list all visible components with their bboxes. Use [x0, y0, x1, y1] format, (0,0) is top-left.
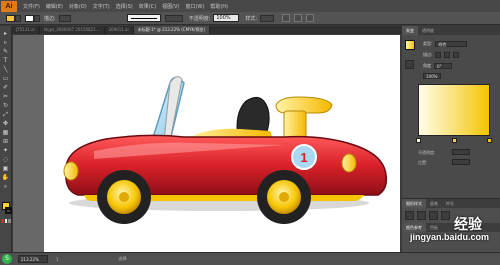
baidu-watermark: 经验 jingyan.baidu.com — [408, 212, 500, 252]
aspect-row: 100% — [420, 71, 441, 80]
gradient-stop-mid[interactable] — [452, 138, 457, 143]
symbol-sprayer-tool-icon[interactable]: ✦ — [1, 147, 10, 154]
rotate-tool-icon[interactable]: ↻ — [1, 102, 10, 109]
angle-field[interactable]: 0° — [434, 62, 452, 69]
watermark-cn: 经验 — [454, 217, 482, 233]
lower-panel-tabs: 图形样式 画笔 符号 — [402, 199, 500, 208]
rectangle-tool-icon[interactable]: ▭ — [1, 75, 10, 82]
status-bar: S 213.22% 1 选择 — [0, 252, 500, 265]
menu-file[interactable]: 文件(F) — [23, 3, 40, 10]
blend-tool-icon[interactable]: ◌ — [1, 156, 10, 163]
menu-view[interactable]: 视图(V) — [162, 3, 179, 10]
opacity-label: 不透明度: — [188, 15, 211, 22]
type-label: 类型: — [423, 40, 433, 46]
align-icon[interactable] — [282, 14, 291, 22]
doc-tab[interactable]: 269011.ai — [105, 26, 134, 34]
front-hub-cap — [119, 192, 129, 202]
tab-gradient[interactable]: 渐变 — [402, 26, 418, 35]
pen-tool-icon[interactable]: ✎ — [1, 48, 10, 55]
stroke-option-1[interactable] — [435, 51, 442, 58]
menu-bar: Ai 文件(F) 编辑(E) 对象(O) 文字(T) 选择(S) 效果(C) 视… — [0, 0, 500, 12]
tail-light — [341, 153, 357, 173]
angle-row: 角度 0° — [420, 61, 452, 70]
document-tabs: JT0131.ai hkjpz_2666007 20150821... 2690… — [12, 26, 402, 34]
mesh-tool-icon[interactable]: ▦ — [1, 129, 10, 136]
gradient-slider-preview[interactable] — [418, 84, 490, 136]
headlight — [63, 161, 79, 181]
hand-tool-icon[interactable]: ✋ — [1, 174, 10, 181]
style-label: 样式: — [245, 15, 258, 22]
stroke-color-box[interactable] — [5, 207, 12, 214]
type-tool-icon[interactable]: T — [1, 57, 10, 64]
transform-icon[interactable] — [294, 14, 303, 22]
car-illustration[interactable]: 1 — [44, 35, 400, 252]
pencil-tool-icon[interactable]: ✐ — [1, 84, 10, 91]
page-number[interactable]: 1 — [56, 257, 59, 262]
watermark-text: jingyan.baidu.com — [410, 232, 490, 242]
opacity-field[interactable]: 100% — [213, 14, 240, 22]
stroke-dropdown[interactable] — [34, 14, 40, 22]
stop-opacity-field[interactable] — [452, 149, 470, 155]
doc-tab[interactable]: hkjpz_2666007 20150821... — [40, 26, 105, 34]
menu-object[interactable]: 对象(O) — [69, 3, 87, 10]
doc-tab-active[interactable]: 未标题-1* @ 213.22% (CMYK/预览) — [133, 26, 211, 34]
tab-graphic-styles[interactable]: 图形样式 — [402, 199, 426, 208]
control-bar: 描边: 不透明度: 100% 样式: — [0, 12, 500, 25]
tools-panel: ▸ ▹ ✎ T ╲ ▭ ✐ ✂ ↻ ⤢ ✤ ▦ ⊞ ✦ ◌ ▣ ✋ ⌕ — [0, 26, 12, 252]
shape-builder-tool-icon[interactable]: ⊞ — [1, 138, 10, 145]
sync-icon: S — [2, 254, 12, 264]
app-logo: Ai — [1, 0, 17, 12]
car-number: 1 — [300, 150, 307, 165]
menu-edit[interactable]: 编辑(E) — [46, 3, 63, 10]
stroke-profile-preview[interactable] — [126, 14, 161, 22]
artboard-tool-icon[interactable]: ▣ — [1, 165, 10, 172]
fill-dropdown[interactable] — [15, 14, 21, 22]
rear-hub-cap — [279, 192, 289, 202]
angle-label: 角度 — [423, 62, 431, 68]
reverse-gradient-icon[interactable] — [405, 60, 414, 69]
stroke-swatch[interactable] — [25, 14, 34, 22]
brush-dropdown[interactable] — [164, 14, 183, 22]
zoom-field[interactable]: 213.22% — [18, 255, 48, 263]
line-tool-icon[interactable]: ╲ — [1, 66, 10, 73]
stop-location-field[interactable] — [452, 159, 470, 165]
gradient-thumbnail[interactable] — [405, 40, 415, 50]
tab-transparency[interactable]: 透明度 — [418, 26, 438, 35]
stroke-option-3[interactable] — [453, 51, 460, 58]
menu-help[interactable]: 帮助(H) — [210, 3, 228, 10]
fill-swatch[interactable] — [6, 14, 15, 22]
gradient-type-row: 类型: 线性 — [420, 39, 468, 48]
artboard[interactable]: 1 — [44, 35, 400, 252]
opacity-label: 不透明度: — [418, 150, 436, 155]
aspect-field[interactable]: 100% — [423, 72, 441, 79]
gradient-stroke-row: 描边: — [420, 50, 460, 59]
stroke-label: 描边: — [44, 15, 56, 22]
style-dropdown[interactable] — [260, 14, 275, 22]
gradient-type-select[interactable]: 线性 — [435, 40, 468, 47]
menu-window[interactable]: 窗口(W) — [185, 3, 204, 10]
gradient-stop-left[interactable] — [416, 138, 421, 143]
color-mode-buttons[interactable] — [1, 219, 12, 223]
zoom-tool-icon[interactable]: ⌕ — [1, 183, 10, 190]
menu-effect[interactable]: 效果(C) — [139, 3, 156, 10]
scale-tool-icon[interactable]: ⤢ — [1, 111, 10, 118]
menu-type[interactable]: 文字(T) — [93, 3, 110, 10]
location-label: 位置: — [418, 160, 428, 165]
tab-symbols[interactable]: 符号 — [442, 199, 458, 208]
doc-tab[interactable]: JT0131.ai — [12, 26, 40, 34]
menu-select[interactable]: 选择(S) — [116, 3, 133, 10]
direct-selection-tool-icon[interactable]: ▹ — [1, 39, 10, 46]
scissors-tool-icon[interactable]: ✂ — [1, 93, 10, 100]
selection-tool-icon[interactable]: ▸ — [1, 30, 10, 37]
stroke-label: 描边: — [423, 51, 433, 57]
arrange-icon[interactable] — [306, 14, 315, 22]
tab-brushes[interactable]: 画笔 — [426, 199, 442, 208]
stroke-weight-field[interactable] — [58, 14, 71, 22]
status-tool-text: 选择 — [118, 256, 127, 261]
warp-tool-icon[interactable]: ✤ — [1, 120, 10, 127]
gradient-stop-right[interactable] — [487, 138, 492, 143]
stroke-option-2[interactable] — [444, 51, 451, 58]
gradient-panel-tabs: 渐变 透明度 — [402, 26, 500, 35]
